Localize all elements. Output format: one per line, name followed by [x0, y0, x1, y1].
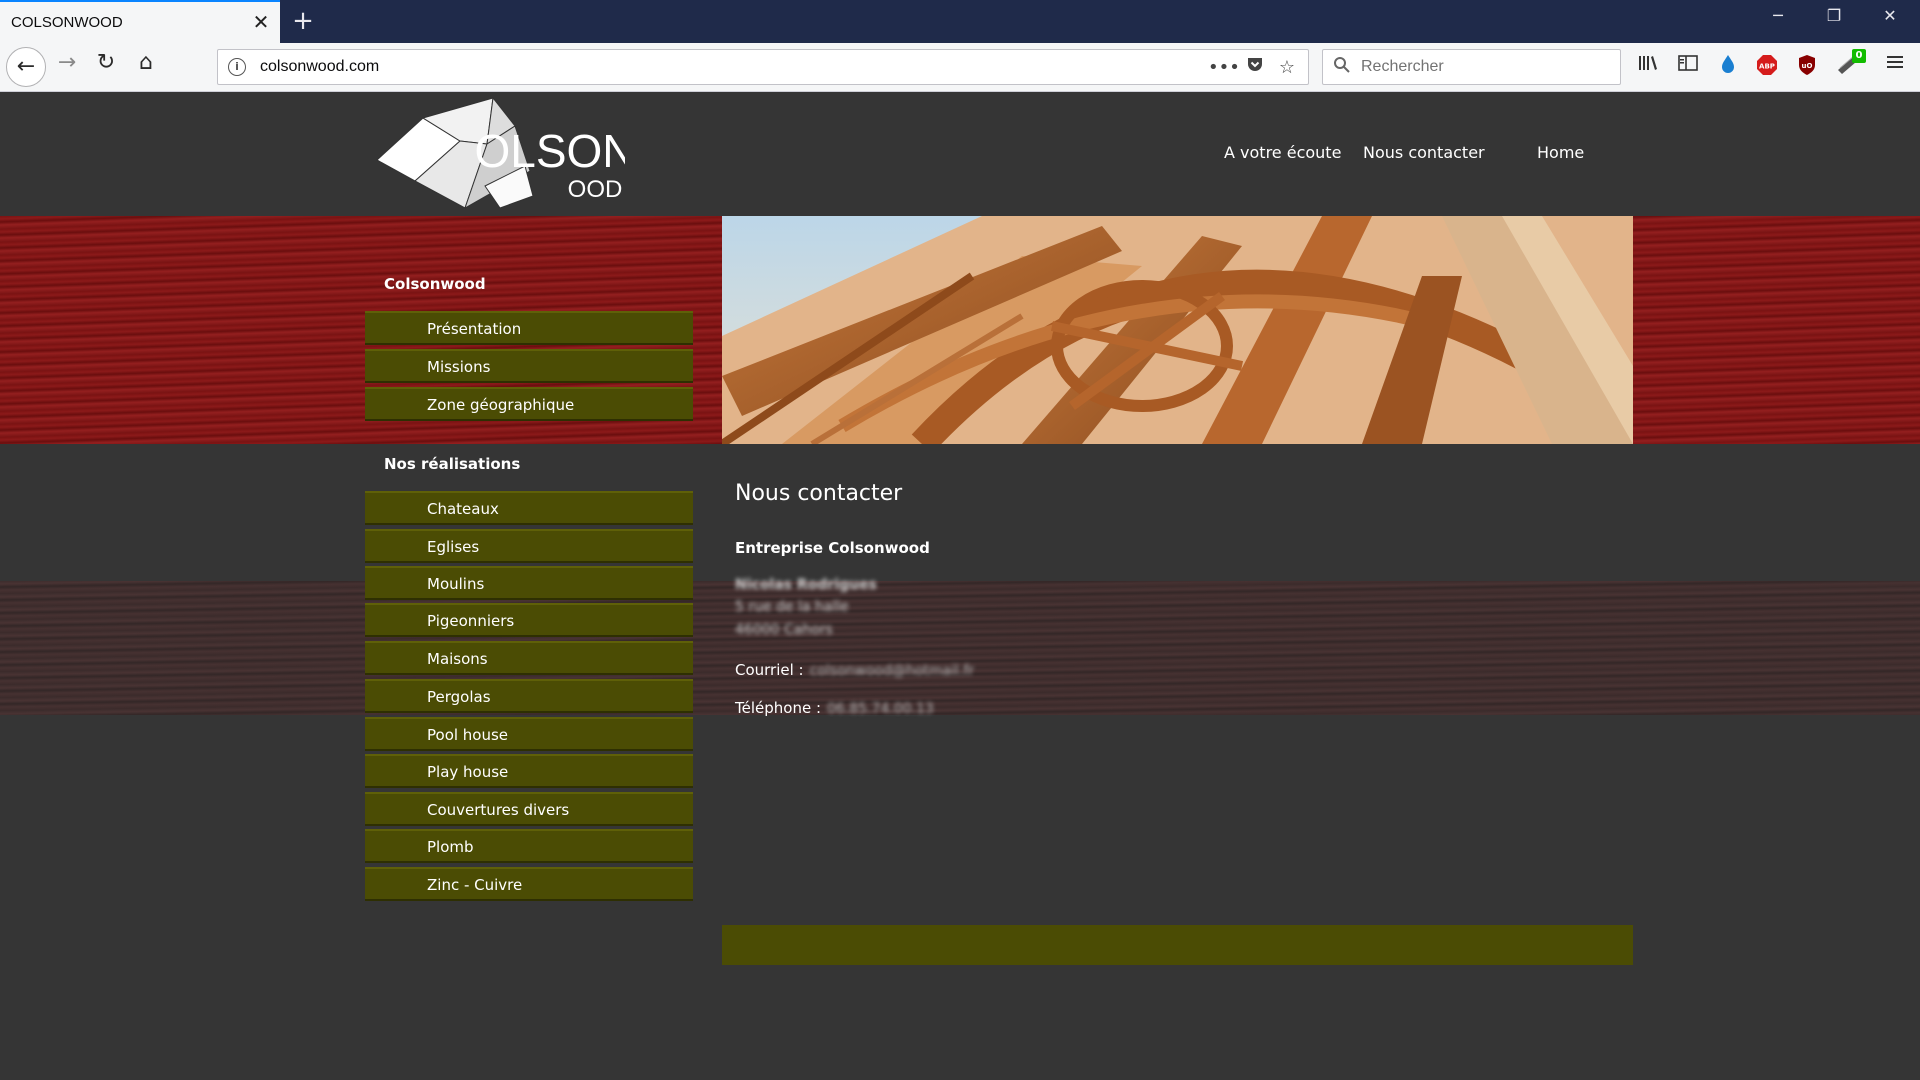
logo-text-main: OLSON: [474, 125, 625, 177]
sidebar-item-label: Maisons: [427, 650, 488, 668]
nav-nous-contacter[interactable]: Nous contacter: [1363, 143, 1485, 162]
home-icon[interactable]: ⌂: [129, 50, 163, 84]
sidebar-item-label: Zinc - Cuivre: [427, 876, 523, 894]
sidebar-item-label: Eglises: [427, 538, 480, 556]
sidebar-item-label: Pergolas: [427, 688, 491, 706]
sidebar-item-zone-geographique[interactable]: Zone géographique: [365, 387, 693, 421]
restore-icon[interactable]: ❐: [1811, 6, 1857, 36]
hero-image-timber-roof: [722, 216, 1633, 444]
tab-strip: COLSONWOOD ✕ + ─ ❐ ✕: [0, 0, 1920, 43]
tab-title: COLSONWOOD: [11, 14, 123, 31]
sidebar-item-pigeonniers[interactable]: Pigeonniers: [365, 603, 693, 637]
svg-text:uO: uO: [1802, 62, 1813, 70]
tab-close-icon[interactable]: ✕: [249, 10, 273, 34]
sidebar-heading-nos-realisations: Nos réalisations: [384, 455, 521, 473]
adblock-plus-icon[interactable]: ABP: [1753, 54, 1781, 82]
search-icon: [1331, 56, 1353, 78]
footer-bar: [722, 925, 1633, 965]
contact-name: Nicolas Rodrigues: [735, 577, 877, 593]
library-icon[interactable]: [1634, 54, 1662, 82]
phone-row: Téléphone : 06.85.74.00.13: [735, 699, 934, 717]
sidebar-item-label: Plomb: [427, 838, 474, 856]
sidebar-item-label: Missions: [427, 358, 491, 376]
info-icon[interactable]: i: [228, 58, 246, 76]
window-close-icon[interactable]: ✕: [1867, 6, 1913, 36]
sidebar-item-chateaux[interactable]: Chateaux: [365, 491, 693, 525]
search-bar[interactable]: [1322, 49, 1621, 85]
sidebar-item-presentation[interactable]: Présentation: [365, 311, 693, 345]
phone-value: 06.85.74.00.13: [827, 701, 934, 717]
sidebar-item-label: Play house: [427, 763, 509, 781]
extension-badge: 0: [1852, 49, 1866, 63]
nav-a-votre-ecoute[interactable]: A votre écoute: [1224, 143, 1341, 162]
sidebar-item-label: Pool house: [427, 726, 509, 744]
address-bar[interactable]: i colsonwood.com ••• ☆: [217, 49, 1309, 85]
navigation-toolbar: ← → ↻ ⌂ i colsonwood.com ••• ☆ ABP uO 0: [0, 43, 1920, 92]
sidebar-item-plomb[interactable]: Plomb: [365, 829, 693, 863]
sidebar-heading-colsonwood: Colsonwood: [384, 275, 486, 293]
address-line-2: 46000 Cahors: [735, 622, 833, 638]
phone-label: Téléphone :: [735, 699, 822, 717]
sidebar-icon[interactable]: [1674, 54, 1702, 82]
page-actions-icon[interactable]: •••: [1208, 55, 1240, 81]
sidebar-item-label: Présentation: [427, 320, 522, 338]
forward-arrow-icon[interactable]: →: [50, 50, 84, 84]
web-page: OLSON OOD A votre écoute Nous contacter …: [0, 93, 1920, 1080]
sidebar-item-label: Couvertures divers: [427, 801, 570, 819]
hamburger-menu-icon[interactable]: [1881, 54, 1909, 82]
ublock-origin-icon[interactable]: uO: [1793, 54, 1821, 82]
wood-background-band-lower: [0, 581, 1920, 715]
email-label: Courriel :: [735, 661, 804, 679]
url-text[interactable]: colsonwood.com: [260, 58, 379, 76]
svg-text:ABP: ABP: [1759, 63, 1775, 71]
sidebar-item-label: Moulins: [427, 575, 485, 593]
sidebar-item-eglises[interactable]: Eglises: [365, 529, 693, 563]
sidebar-item-pergolas[interactable]: Pergolas: [365, 679, 693, 713]
company-name: Entreprise Colsonwood: [735, 539, 930, 557]
address-line-1: 5 rue de la halle: [735, 599, 849, 615]
pocket-icon[interactable]: [1242, 55, 1268, 81]
minimize-icon[interactable]: ─: [1755, 6, 1801, 36]
site-logo[interactable]: OLSON OOD: [375, 96, 636, 211]
bookmark-star-icon[interactable]: ☆: [1274, 55, 1300, 81]
sidebar-item-couvertures-divers[interactable]: Couvertures divers: [365, 792, 693, 826]
email-row: Courriel : colsonwood@hotmail.fr: [735, 661, 974, 679]
sidebar-item-label: Pigeonniers: [427, 612, 515, 630]
sidebar-item-play-house[interactable]: Play house: [365, 754, 693, 788]
nav-home[interactable]: Home: [1537, 143, 1584, 162]
raindrop-icon[interactable]: [1714, 54, 1742, 82]
sidebar-item-moulins[interactable]: Moulins: [365, 566, 693, 600]
logo-text-sub: OOD: [568, 176, 623, 203]
sidebar-item-label: Chateaux: [427, 500, 499, 518]
new-tab-plus-icon[interactable]: +: [288, 6, 318, 36]
email-link[interactable]: colsonwood@hotmail.fr: [810, 663, 974, 679]
search-input[interactable]: [1361, 50, 1611, 84]
sidebar-item-missions[interactable]: Missions: [365, 349, 693, 383]
sidebar-item-zinc-cuivre[interactable]: Zinc - Cuivre: [365, 867, 693, 901]
sidebar-item-pool-house[interactable]: Pool house: [365, 717, 693, 751]
active-tab[interactable]: COLSONWOOD ✕: [0, 0, 280, 43]
reload-icon[interactable]: ↻: [89, 50, 123, 84]
page-title: Nous contacter: [735, 481, 903, 506]
sidebar-item-label: Zone géographique: [427, 396, 575, 414]
back-arrow-icon[interactable]: ←: [6, 47, 46, 87]
sidebar-item-maisons[interactable]: Maisons: [365, 641, 693, 675]
